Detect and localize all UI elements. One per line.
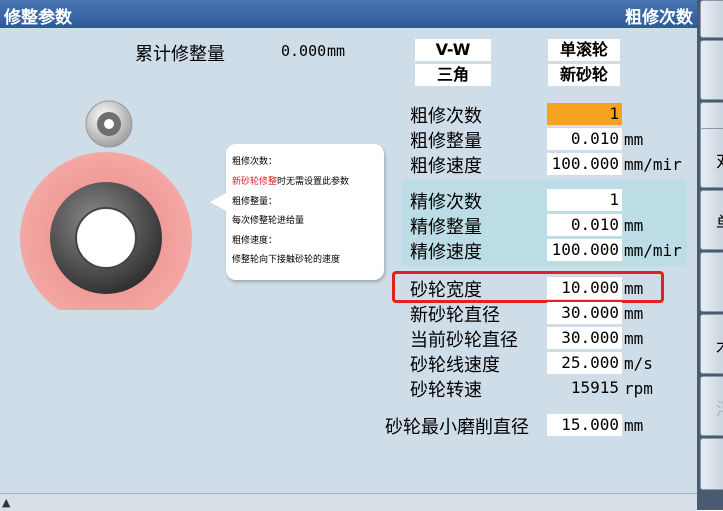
current-wheel-diameter-field[interactable]: 30.000 bbox=[547, 327, 622, 349]
fine-speed-field[interactable]: 100.000 bbox=[547, 239, 622, 261]
softkey-7[interactable]: 木 bbox=[700, 314, 723, 374]
softkey-8[interactable]: 浮 bbox=[700, 376, 723, 436]
fine-speed-unit: mm/mir bbox=[624, 241, 682, 260]
rough-count-label: 粗修次数 bbox=[410, 106, 482, 127]
help-line-2-rest: 时无需设置此参数 bbox=[277, 177, 350, 187]
wheel-state-select[interactable]: 新砂轮 bbox=[548, 64, 620, 86]
help-line-2-highlight: 新砂轮修整 bbox=[232, 177, 278, 187]
rough-amount-field[interactable]: 0.010 bbox=[547, 128, 622, 150]
cumulative-value: 0.000 bbox=[281, 42, 327, 60]
cumulative-label: 累计修整量 bbox=[135, 44, 225, 65]
fine-amount-field[interactable]: 0.010 bbox=[547, 214, 622, 236]
softkey-4[interactable]: 对 bbox=[700, 128, 723, 188]
new-wheel-diameter-unit: mm bbox=[624, 304, 644, 323]
min-grind-diameter-unit: mm bbox=[624, 416, 644, 435]
help-line-5: 粗修速度： bbox=[232, 236, 278, 246]
current-wheel-diameter-label: 当前砂轮直径 bbox=[410, 330, 518, 351]
window-title: 修整参数 bbox=[4, 8, 72, 28]
softkey-2[interactable] bbox=[700, 40, 723, 100]
wheel-rpm-unit: rpm bbox=[624, 379, 653, 398]
wheel-illustration bbox=[20, 100, 192, 310]
dressing-roller-icon bbox=[85, 100, 133, 148]
profile-select[interactable]: V-W bbox=[415, 39, 491, 61]
wheel-type-select[interactable]: 单滚轮 bbox=[548, 39, 620, 61]
scroll-up-arrow-icon[interactable]: ▲ bbox=[2, 496, 10, 509]
softkey-1[interactable] bbox=[700, 0, 723, 38]
rough-speed-field[interactable]: 100.000 bbox=[547, 153, 622, 175]
min-grind-diameter-field[interactable]: 15.000 bbox=[547, 414, 622, 436]
softkey-9[interactable] bbox=[700, 438, 723, 490]
highlight-frame bbox=[392, 271, 664, 303]
help-line-4: 每次修整轮进给量 bbox=[232, 216, 305, 226]
rough-speed-unit: mm/mir bbox=[624, 155, 682, 174]
fine-speed-label: 精修速度 bbox=[410, 242, 482, 263]
context-title: 粗修次数 bbox=[625, 8, 693, 28]
fine-count-field[interactable]: 1 bbox=[547, 189, 622, 211]
rough-amount-label: 粗修整量 bbox=[410, 131, 482, 152]
help-tooltip: 粗修次数： 新砂轮修整时无需设置此参数 粗修整量： 每次修整轮进给量 粗修速度：… bbox=[210, 144, 384, 280]
rough-count-field[interactable]: 1 bbox=[547, 103, 622, 125]
wheel-rpm-value: 15915 bbox=[570, 378, 619, 397]
rough-speed-label: 粗修速度 bbox=[410, 156, 482, 177]
title-bar: 修整参数 粗修次数 bbox=[0, 0, 697, 28]
softkey-bar: 对 单 木 浮 bbox=[697, 0, 723, 510]
wheel-line-speed-unit: m/s bbox=[624, 354, 653, 373]
tooltip-pointer bbox=[210, 192, 228, 212]
fine-amount-label: 精修整量 bbox=[410, 217, 482, 238]
softkey-6[interactable] bbox=[700, 252, 723, 312]
fine-count-label: 精修次数 bbox=[410, 192, 482, 213]
help-line-2: 新砂轮修整时无需设置此参数 bbox=[232, 174, 349, 187]
grinding-wheel-icon bbox=[20, 152, 192, 310]
help-line-3: 粗修整量： bbox=[232, 197, 278, 207]
fine-amount-unit: mm bbox=[624, 216, 644, 235]
wheel-line-speed-field[interactable]: 25.000 bbox=[547, 352, 622, 374]
new-wheel-diameter-field[interactable]: 30.000 bbox=[547, 302, 622, 324]
current-wheel-diameter-unit: mm bbox=[624, 329, 644, 348]
rough-amount-unit: mm bbox=[624, 130, 644, 149]
wheel-rpm-label: 砂轮转速 bbox=[410, 380, 482, 401]
shape-select[interactable]: 三角 bbox=[415, 64, 491, 86]
min-grind-diameter-label: 砂轮最小磨削直径 bbox=[385, 417, 529, 438]
status-bar: ▲ bbox=[0, 493, 697, 511]
wheel-line-speed-label: 砂轮线速度 bbox=[410, 355, 500, 376]
help-line-6: 修整轮向下接触砂轮的速度 bbox=[232, 255, 341, 265]
cumulative-unit: mm bbox=[327, 42, 346, 60]
help-line-1: 粗修次数： bbox=[232, 157, 278, 167]
softkey-5[interactable]: 单 bbox=[700, 190, 723, 250]
new-wheel-diameter-label: 新砂轮直径 bbox=[410, 305, 500, 326]
